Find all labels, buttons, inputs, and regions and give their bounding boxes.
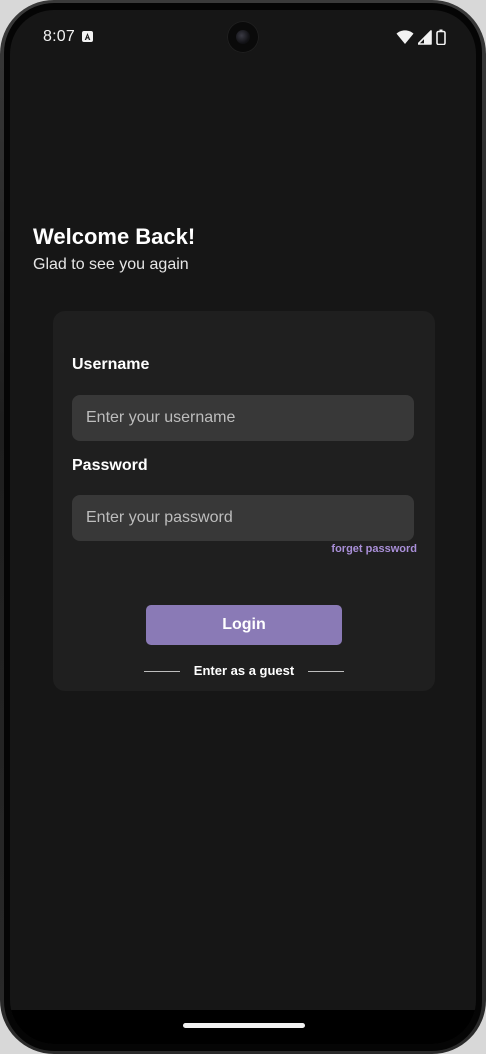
status-time: 8:07 <box>43 28 75 45</box>
front-camera <box>227 21 259 53</box>
password-input[interactable] <box>72 495 414 541</box>
welcome-title: Welcome Back! <box>33 224 196 249</box>
login-button[interactable]: Login <box>146 605 342 645</box>
guest-divider-left <box>144 671 180 672</box>
phone-frame: 8:07 Welcome Back! Glad to see you again… <box>0 0 486 1054</box>
username-input[interactable] <box>72 395 414 441</box>
battery-icon <box>436 29 446 46</box>
forget-password-link[interactable]: forget password <box>331 543 417 555</box>
welcome-subtitle: Glad to see you again <box>33 256 189 273</box>
status-bar: 8:07 <box>10 10 476 66</box>
enter-as-guest-link[interactable]: Enter as a guest <box>194 663 294 678</box>
navigation-bar <box>10 1010 476 1044</box>
password-label: Password <box>72 457 148 474</box>
status-icons <box>396 29 446 46</box>
login-card: Username Password forget password Login … <box>53 311 435 691</box>
app-screen: 8:07 Welcome Back! Glad to see you again… <box>10 10 476 1044</box>
a-notification-icon <box>82 31 93 42</box>
wifi-icon <box>396 29 414 45</box>
guest-divider-right <box>308 671 344 672</box>
cellular-signal-icon <box>417 29 432 45</box>
home-indicator[interactable] <box>183 1023 305 1028</box>
camera-lens <box>236 30 250 44</box>
guest-row: Enter as a guest <box>144 663 344 679</box>
username-label: Username <box>72 356 150 373</box>
